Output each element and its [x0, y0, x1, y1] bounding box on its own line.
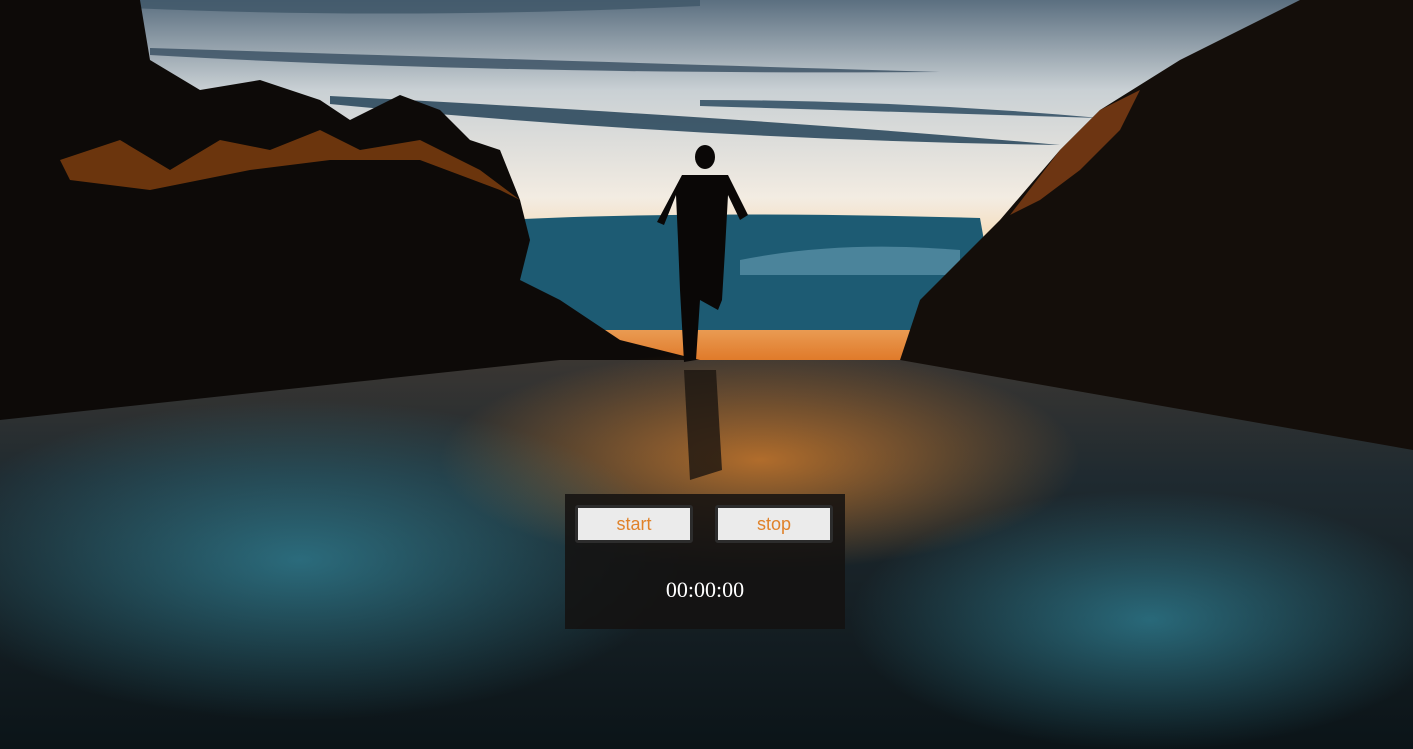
timer-display: 00:00:00 [665, 577, 745, 602]
background-photo [0, 0, 1413, 749]
stop-button[interactable]: stop [715, 505, 833, 543]
start-button[interactable]: start [575, 505, 693, 543]
stopwatch-panel: start stop 00:00:00 [565, 494, 845, 629]
